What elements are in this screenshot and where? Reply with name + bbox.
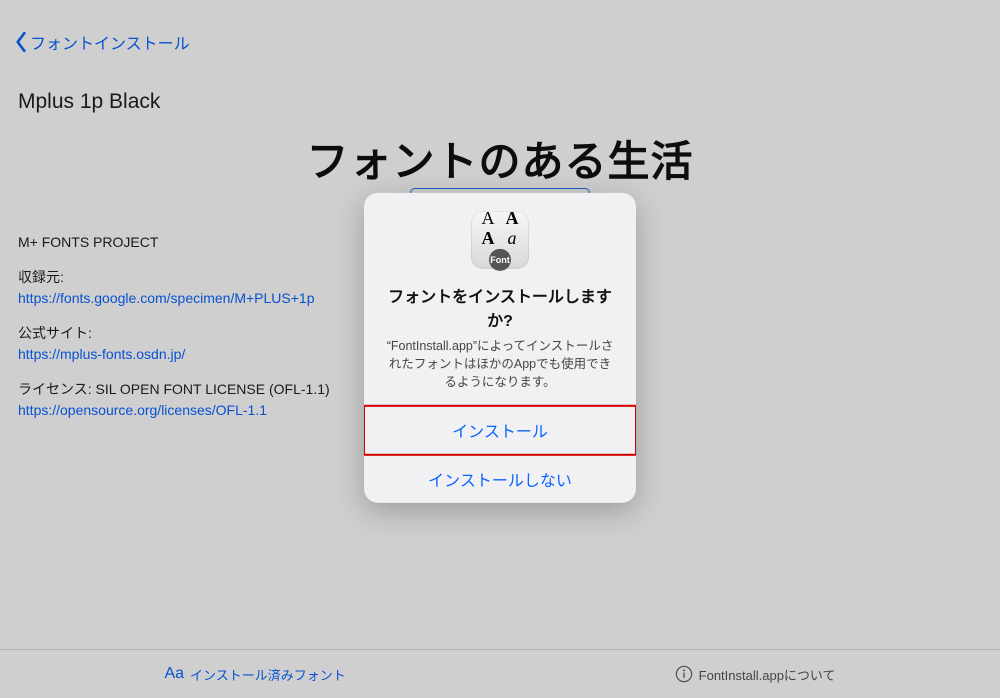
- official-link[interactable]: https://mplus-fonts.osdn.jp/: [18, 344, 330, 365]
- about-label: FontInstall.appについて: [699, 665, 836, 684]
- dialog-cancel-button[interactable]: インストールしない: [364, 455, 636, 503]
- dialog-title: フォントをインストールしますか?: [364, 283, 636, 331]
- license-label: ライセンス: SIL OPEN FONT LICENSE (OFL-1.1): [18, 379, 330, 400]
- installed-fonts-tab[interactable]: Aa インストール済みフォント: [164, 665, 345, 684]
- app-icon: A A A a Font: [471, 211, 529, 269]
- about-tab[interactable]: FontInstall.appについて: [675, 665, 836, 684]
- footer-bar: Aa インストール済みフォント FontInstall.appについて: [0, 650, 1000, 698]
- installed-fonts-label: インストール済みフォント: [190, 665, 346, 684]
- font-name-title: Mplus 1p Black: [18, 90, 160, 114]
- font-badge-icon: Font: [489, 249, 511, 271]
- font-sample-text: フォントのある生活: [0, 128, 1000, 189]
- dialog-buttons: インストール インストールしない: [364, 405, 636, 503]
- dialog-body: “FontInstall.app”によってインストールされたフォントはほかのAp…: [364, 337, 636, 391]
- source-link[interactable]: https://fonts.google.com/specimen/M+PLUS…: [18, 288, 330, 309]
- back-label: フォントインストール: [30, 30, 190, 54]
- typography-icon: Aa: [164, 665, 184, 683]
- source-label: 収録元:: [18, 267, 330, 288]
- license-link[interactable]: https://opensource.org/licenses/OFL-1.1: [18, 400, 330, 421]
- official-label: 公式サイト:: [18, 323, 330, 344]
- project-name: M+ FONTS PROJECT: [18, 232, 330, 253]
- font-metadata: M+ FONTS PROJECT 収録元: https://fonts.goog…: [18, 232, 330, 435]
- install-confirm-dialog: A A A a Font フォントをインストールしますか? “FontInsta…: [364, 193, 636, 503]
- info-icon: [675, 665, 693, 683]
- back-button[interactable]: フォントインストール: [14, 30, 190, 54]
- chevron-left-icon: [14, 31, 28, 53]
- dialog-install-button[interactable]: インストール: [364, 406, 636, 455]
